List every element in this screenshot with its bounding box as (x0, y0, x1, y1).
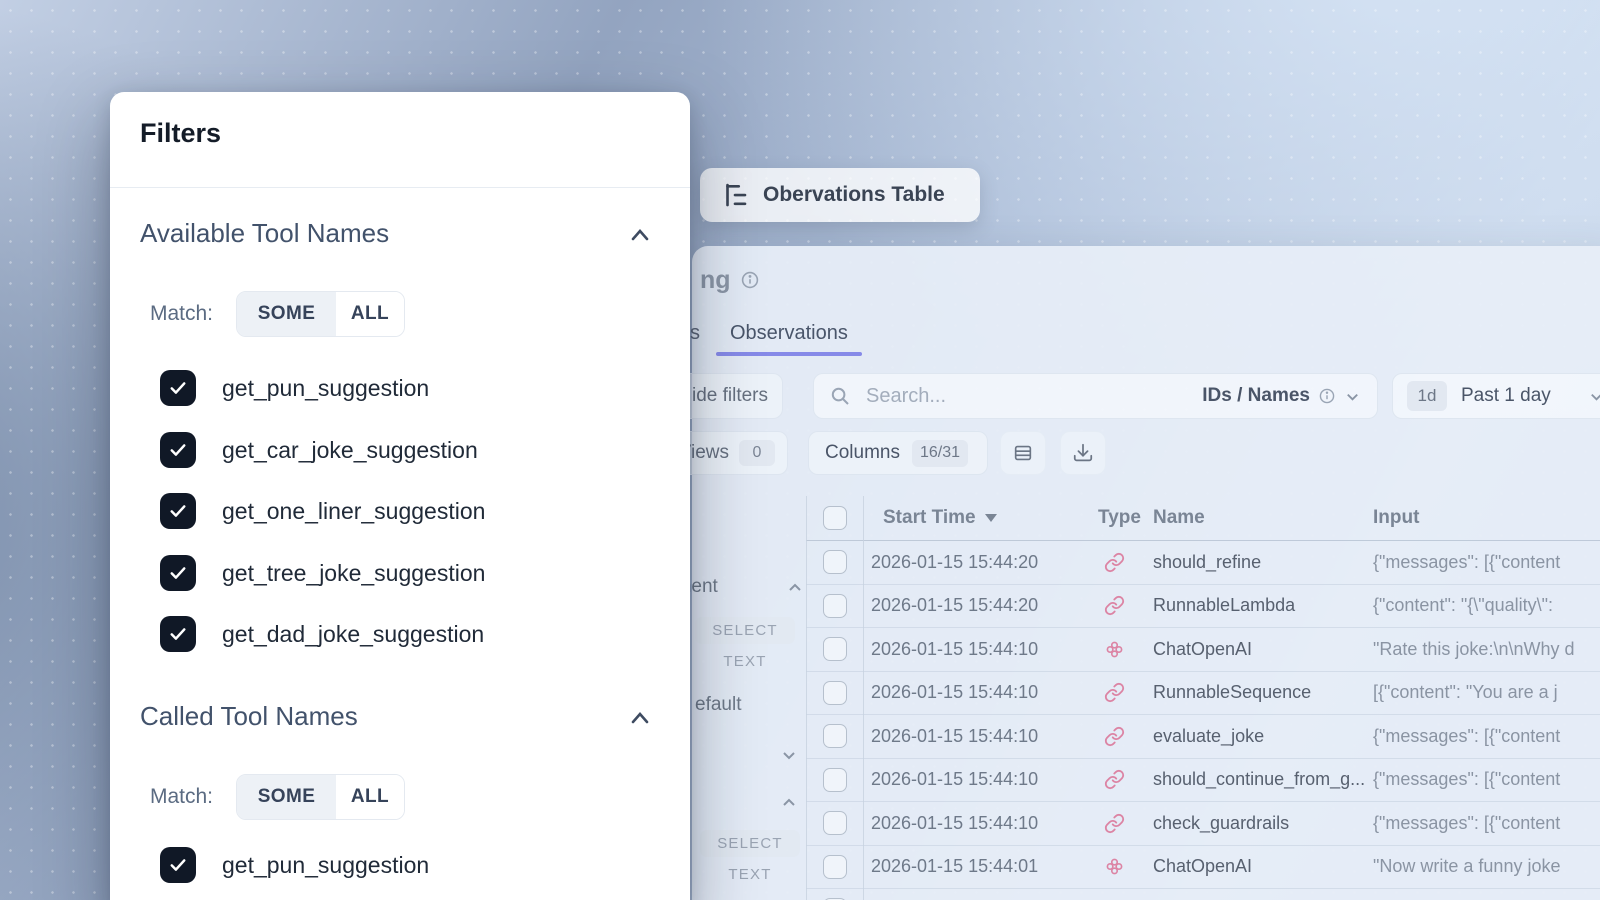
select-all-checkbox[interactable] (823, 506, 847, 530)
checkbox-checked[interactable] (160, 432, 196, 468)
chevron-up-icon[interactable] (626, 222, 654, 250)
match-option-all[interactable]: ALL (336, 775, 404, 819)
tab-partial[interactable]: s (690, 322, 700, 345)
row-checkbox[interactable] (823, 681, 847, 705)
observations-panel: ng s Observations ide filters IDs / Name… (692, 246, 1600, 900)
column-header-start-time[interactable]: Start Time (863, 507, 1083, 529)
option-select[interactable]: SELECT (700, 830, 800, 857)
list-tree-icon (720, 180, 750, 210)
column-header-name[interactable]: Name (1145, 507, 1367, 529)
checkbox-checked[interactable] (160, 555, 196, 591)
table-row[interactable]: 2026-01-15 15:44:01 ChatOpenAI "Now writ… (806, 846, 1600, 890)
info-icon[interactable] (741, 271, 759, 289)
table-header-row: Start Time Type Name Input (806, 496, 1600, 541)
column-header-type[interactable]: Type (1083, 507, 1145, 529)
tool-name-option[interactable]: get_pun_suggestion (160, 847, 429, 883)
view-switcher-badge[interactable]: Obervations Table (700, 168, 980, 222)
row-checkbox[interactable] (823, 594, 847, 618)
match-option-all[interactable]: ALL (336, 292, 404, 336)
tool-name-option[interactable]: get_dad_joke_suggestion (160, 616, 484, 652)
tool-name-option[interactable]: get_pun_suggestion (160, 370, 429, 406)
search-input[interactable] (864, 384, 1048, 409)
match-label: Match: (150, 774, 213, 820)
chevron-down-icon[interactable] (780, 746, 798, 764)
row-checkbox[interactable] (823, 768, 847, 792)
chevron-down-icon (1588, 388, 1600, 405)
section-title-called-tool-names: Called Tool Names (140, 701, 358, 732)
observations-table: Start Time Type Name Input 2026-01-15 15… (806, 496, 1600, 900)
link-type-icon (1083, 682, 1145, 703)
screen: ng s Observations ide filters IDs / Name… (0, 0, 1600, 900)
section-title-available-tool-names: Available Tool Names (140, 218, 389, 249)
modal-title: Filters (140, 118, 221, 149)
checkbox-checked[interactable] (160, 370, 196, 406)
table-row[interactable]: 2026-01-15 15:44:20 RunnableLambda {"con… (806, 585, 1600, 629)
env-value-partial: efault (695, 694, 741, 716)
page-title-partial: ng (700, 266, 731, 295)
link-type-icon (1083, 726, 1145, 747)
columns-count-badge: 16/31 (912, 440, 968, 467)
link-type-icon (1083, 769, 1145, 790)
columns-button[interactable]: Columns 16/31 (808, 431, 988, 475)
export-button[interactable] (1060, 431, 1106, 475)
tool-name-option[interactable]: get_one_liner_suggestion (160, 493, 485, 529)
row-checkbox[interactable] (823, 637, 847, 661)
divider (110, 187, 690, 188)
checkbox-checked[interactable] (160, 493, 196, 529)
time-range-dropdown[interactable]: 1d Past 1 day (1392, 373, 1600, 419)
option-text[interactable]: TEXT (695, 653, 795, 670)
table-row[interactable]: 2026-01-15 15:44:10 should_continue_from… (806, 759, 1600, 803)
filters-modal: Filters Available Tool Names Match: SOME… (110, 92, 690, 900)
saved-views-count-badge: 0 (739, 440, 775, 466)
checkbox-checked[interactable] (160, 616, 196, 652)
table-row[interactable]: 2026-01-15 15:44:10 evaluate_joke {"mess… (806, 715, 1600, 759)
checkbox-checked[interactable] (160, 847, 196, 883)
active-tab-indicator (716, 352, 862, 356)
match-option-some[interactable]: SOME (237, 292, 336, 336)
search-scope-dropdown[interactable]: IDs / Names (1202, 385, 1361, 407)
generation-type-icon (1083, 639, 1145, 660)
table-row-partial (806, 889, 1600, 900)
match-option-some[interactable]: SOME (237, 775, 336, 819)
match-toggle: SOME ALL (236, 774, 405, 820)
link-type-icon (1083, 552, 1145, 573)
row-checkbox[interactable] (823, 550, 847, 574)
match-label: Match: (150, 291, 213, 337)
link-type-icon (1083, 813, 1145, 834)
row-height-button[interactable] (1000, 431, 1046, 475)
table-row[interactable]: 2026-01-15 15:44:20 should_refine {"mess… (806, 541, 1600, 585)
column-header-input[interactable]: Input (1367, 507, 1600, 529)
table-row[interactable]: 2026-01-15 15:44:10 ChatOpenAI "Rate thi… (806, 628, 1600, 672)
column-divider (863, 496, 864, 900)
chevron-up-icon[interactable] (626, 705, 654, 733)
chevron-down-icon (1344, 388, 1361, 405)
tab-observations[interactable]: Observations (730, 322, 848, 345)
column-divider (806, 496, 807, 900)
download-icon (1072, 442, 1094, 464)
match-toggle: SOME ALL (236, 291, 405, 337)
info-icon (1319, 388, 1335, 404)
row-checkbox[interactable] (823, 811, 847, 835)
generation-type-icon (1083, 856, 1145, 877)
tool-name-option[interactable]: get_car_joke_suggestion (160, 432, 478, 468)
search-box[interactable]: IDs / Names (813, 373, 1378, 419)
row-checkbox[interactable] (823, 855, 847, 879)
option-text[interactable]: TEXT (700, 866, 800, 883)
sort-desc-icon (985, 514, 997, 522)
row-checkbox[interactable] (823, 724, 847, 748)
tool-name-option[interactable]: get_tree_joke_suggestion (160, 555, 485, 591)
chevron-up-icon[interactable] (786, 579, 804, 597)
chevron-up-icon[interactable] (780, 794, 798, 812)
option-select[interactable]: SELECT (695, 617, 795, 644)
rows-icon (1012, 442, 1034, 464)
search-icon (830, 386, 850, 406)
table-row[interactable]: 2026-01-15 15:44:10 RunnableSequence [{"… (806, 672, 1600, 716)
time-range-badge: 1d (1407, 381, 1447, 411)
link-type-icon (1083, 595, 1145, 616)
table-row[interactable]: 2026-01-15 15:44:10 check_guardrails {"m… (806, 802, 1600, 846)
